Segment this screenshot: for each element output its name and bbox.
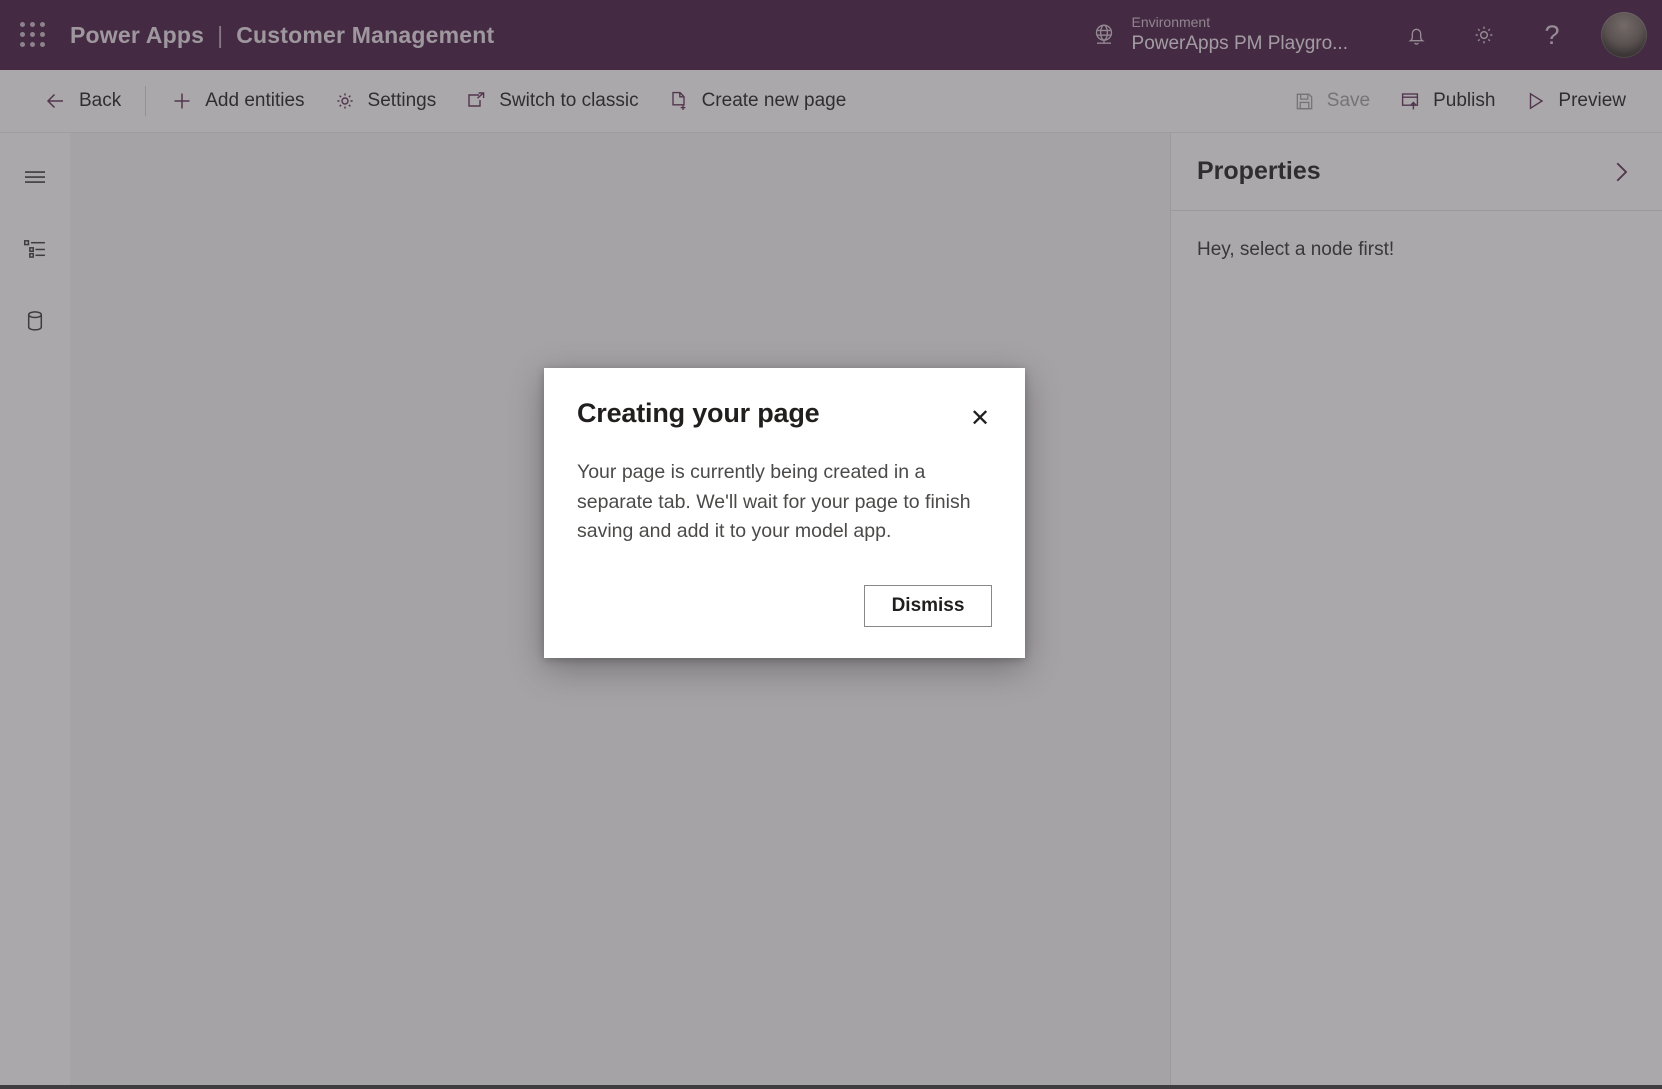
dialog-title: Creating your page [577,398,820,428]
creating-page-dialog: Creating your page ✕ Your page is curren… [544,368,1025,658]
dismiss-button[interactable]: Dismiss [864,585,992,627]
dialog-actions: Dismiss [864,585,992,627]
close-icon[interactable]: ✕ [962,400,998,436]
power-apps-model-designer: Power Apps | Customer Management Environ… [0,0,1662,1089]
dialog-message: Your page is currently being created in … [577,461,971,543]
dialog-header: Creating your page ✕ [577,398,992,436]
